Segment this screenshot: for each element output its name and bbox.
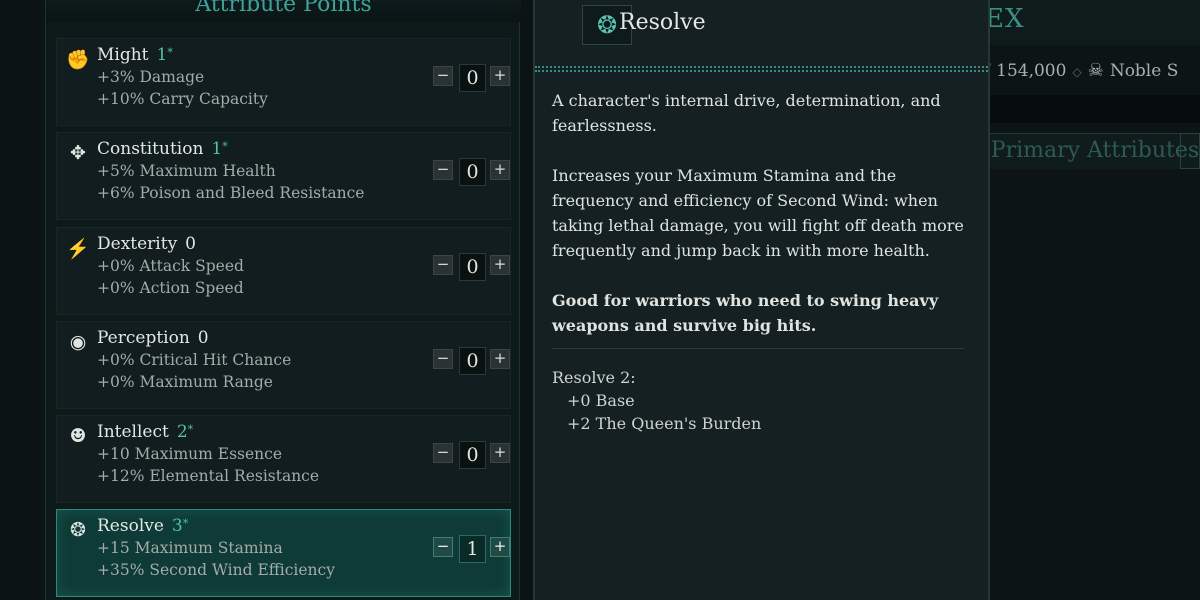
points-stepper: − 0 + — [423, 158, 513, 186]
attribute-row-resolve[interactable]: ❂ Resolve 3* +15 Maximum Stamina +35% Sec… — [56, 509, 511, 597]
resolve-icon: ❂ — [70, 519, 86, 541]
background-side-button[interactable] — [1180, 133, 1200, 169]
attribute-panel: Attribute Points ✊ Might 1* +3% Damage +1… — [45, 0, 521, 600]
attribute-name: Constitution — [97, 139, 204, 159]
attribute-name: Perception — [97, 328, 190, 348]
attribute-name: Resolve — [97, 516, 164, 536]
attribute-effect: +12% Elemental Resistance — [97, 467, 320, 485]
attribute-effect: +6% Poison and Bleed Resistance — [97, 184, 365, 202]
increase-button[interactable]: + — [490, 443, 510, 463]
attribute-panel-header: Attribute Points — [46, 0, 521, 22]
tooltip-advice: Good for warriors who need to swing heav… — [552, 291, 939, 335]
increase-button[interactable]: + — [490, 537, 510, 557]
section-title: Primary Attributes — [990, 138, 1200, 163]
diamond-icon: ◇ — [1072, 65, 1082, 79]
attribute-effect: +5% Maximum Health — [97, 162, 276, 180]
increase-button[interactable]: + — [490, 349, 510, 369]
points-value: 0 — [459, 158, 486, 186]
attribute-effect: +10% Carry Capacity — [97, 90, 268, 108]
attribute-value: 0 — [197, 328, 209, 348]
decrease-button[interactable]: − — [433, 160, 453, 180]
tooltip-rule — [552, 348, 964, 349]
points-value: 0 — [459, 441, 486, 469]
points-value: 0 — [459, 347, 486, 375]
attribute-value: 3 — [171, 516, 183, 536]
attribute-effect: +0% Maximum Range — [97, 373, 273, 391]
attribute-effect: +10 Maximum Essence — [97, 445, 282, 463]
fist-icon: ✊ — [66, 48, 90, 71]
attribute-effect: +0% Action Speed — [97, 279, 244, 297]
decrease-button[interactable]: − — [433, 66, 453, 86]
decrease-button[interactable]: − — [433, 443, 453, 463]
attribute-effect: +0% Attack Speed — [97, 257, 244, 275]
attribute-name: Intellect — [97, 422, 169, 442]
points-value: 1 — [459, 535, 486, 563]
rank-label: Noble S — [1109, 61, 1179, 81]
tooltip-breakdown: Resolve 2: +0 Base +2 The Queen's Burden — [552, 366, 761, 435]
bonus-star: * — [167, 46, 173, 59]
attribute-row-perception[interactable]: ◉ Perception 0 +0% Critical Hit Chance +0… — [56, 321, 511, 409]
breakdown-title: Resolve 2: — [552, 368, 636, 387]
attribute-effect: +15 Maximum Stamina — [97, 539, 283, 557]
attribute-effect: +35% Second Wind Efficiency — [97, 561, 335, 579]
increase-button[interactable]: + — [490, 255, 510, 275]
attribute-panel-title: Attribute Points — [195, 0, 372, 17]
bonus-star: * — [222, 140, 228, 153]
background-section-header: Primary Attributes — [990, 133, 1200, 169]
tooltip-effect: Increases your Maximum Stamina and the f… — [552, 166, 964, 260]
tooltip-body: A character's internal drive, determinat… — [552, 88, 982, 363]
head-icon: ☻ — [69, 425, 87, 447]
attribute-row-might[interactable]: ✊ Might 1* +3% Damage +10% Carry Capacity… — [56, 38, 511, 126]
bonus-star: * — [182, 517, 189, 530]
attribute-value: 1 — [211, 139, 223, 159]
points-stepper: − 0 + — [423, 441, 513, 469]
points-stepper: − 1 + — [423, 535, 513, 563]
points-value: 0 — [459, 64, 486, 92]
points-stepper: − 0 + — [423, 347, 513, 375]
breakdown-line: +0 Base — [567, 391, 635, 410]
attribute-row-dexterity[interactable]: ⚡ Dexterity 0 +0% Attack Speed +0% Action… — [56, 227, 511, 315]
background-stats: / 154,000 ◇ ☠ Noble S — [985, 60, 1178, 81]
attribute-value: 2 — [176, 422, 188, 442]
decrease-button[interactable]: − — [433, 255, 453, 275]
attribute-effect: +0% Critical Hit Chance — [97, 351, 292, 369]
attribute-effect: +3% Damage — [97, 68, 205, 86]
running-icon: ⚡ — [66, 237, 90, 260]
breakdown-line: +2 The Queen's Burden — [567, 414, 762, 433]
decrease-button[interactable]: − — [433, 349, 453, 369]
attribute-row-intellect[interactable]: ☻ Intellect 2* +10 Maximum Essence +12% E… — [56, 415, 511, 503]
eye-icon: ◉ — [69, 331, 87, 353]
points-stepper: − 0 + — [423, 64, 513, 92]
tooltip-title: Resolve — [619, 10, 706, 35]
attribute-row-constitution[interactable]: ✥ Constitution 1* +5% Maximum Health +6% … — [56, 132, 511, 220]
increase-button[interactable]: + — [490, 66, 510, 86]
crest-icon: ☠ — [1087, 60, 1104, 81]
points-value: 0 — [459, 253, 486, 281]
attribute-tooltip: ❂ Resolve A character's internal drive, … — [533, 0, 990, 600]
attribute-name: Might — [97, 45, 149, 65]
attribute-value: 1 — [156, 45, 168, 65]
attribute-value: 0 — [185, 234, 196, 254]
increase-button[interactable]: + — [490, 160, 510, 180]
points-stepper: − 0 + — [423, 253, 513, 281]
attribute-name: Dexterity — [97, 234, 178, 254]
background-title: EX — [985, 4, 1025, 34]
tooltip-description: A character's internal drive, determinat… — [552, 91, 941, 135]
decrease-button[interactable]: − — [433, 537, 453, 557]
figure-icon: ✥ — [70, 142, 86, 164]
bonus-star: * — [187, 423, 194, 436]
currency-value: / 154,000 — [985, 61, 1067, 81]
background-bar — [990, 95, 1200, 123]
tooltip-divider — [535, 66, 988, 72]
